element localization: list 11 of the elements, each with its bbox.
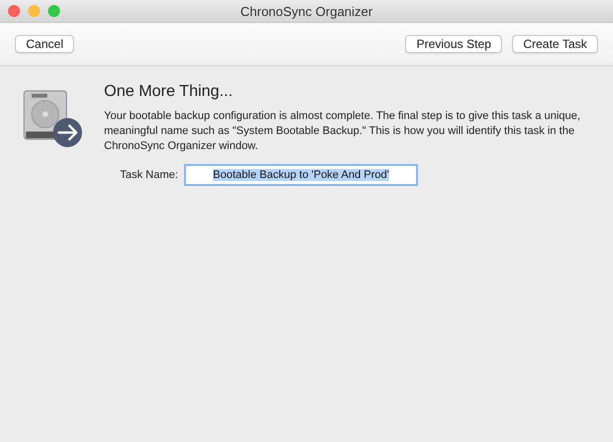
zoom-icon[interactable]	[48, 5, 60, 17]
window-title: ChronoSync Organizer	[240, 4, 373, 18]
input-field[interactable]: Bootable Backup to 'Poke And Prod'	[184, 164, 418, 186]
description-text: Your bootable backup configuration is almost complete. The final step is to give this task a unique, meaningful name such as "System Bootable Backup." This is how you will identify this task in the ChronoSync Organizer window.	[104, 109, 582, 154]
toolbar-button[interactable]: Create Task	[512, 35, 598, 53]
minimize-icon[interactable]	[28, 5, 40, 17]
close-icon[interactable]	[8, 5, 20, 17]
heading: One More Thing...	[104, 83, 234, 101]
toolbar-button[interactable]: Cancel	[15, 35, 74, 53]
toolbar-button[interactable]: Previous Step	[405, 35, 502, 53]
field-label: Task Name:	[120, 169, 178, 181]
